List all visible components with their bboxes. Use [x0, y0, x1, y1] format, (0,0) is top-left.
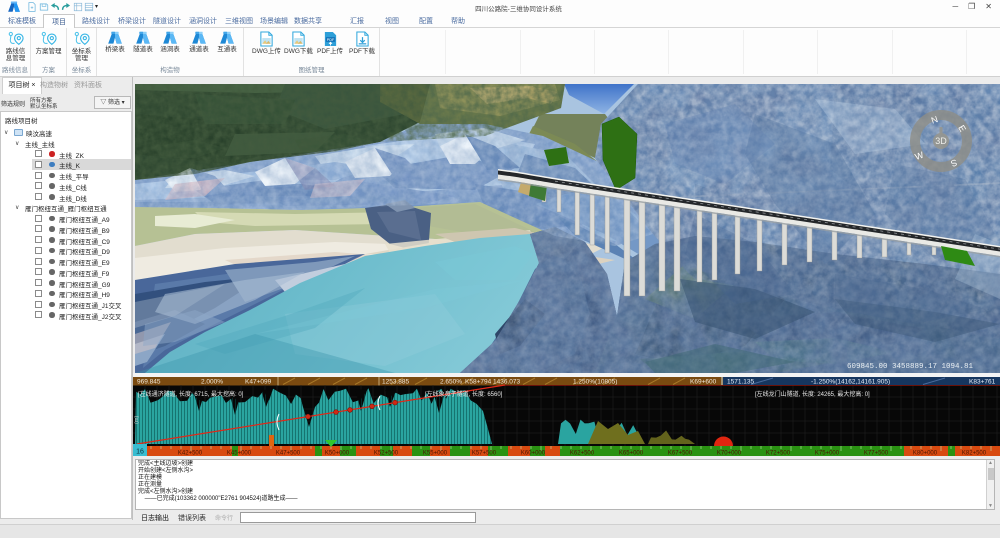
svg-text:609845.00 3458889.17 1094.81: 609845.00 3458889.17 1094.81	[847, 363, 974, 371]
svg-text:K70+000: K70+000	[717, 451, 742, 457]
svg-text:K62+500: K62+500	[570, 451, 595, 457]
svg-text:K67+500: K67+500	[668, 451, 693, 457]
svg-text:[左线通济隧道, 长度: 6715, 最大挖高: 0]: [左线通济隧道, 长度: 6715, 最大挖高: 0]	[138, 390, 244, 398]
svg-text:1.250%(10805): 1.250%(10805)	[573, 379, 617, 386]
svg-text:K50+000: K50+000	[325, 451, 350, 457]
svg-text:K57+500: K57+500	[472, 451, 497, 457]
svg-text:K69+600: K69+600	[690, 379, 717, 386]
svg-text:K82+500: K82+500	[962, 451, 987, 457]
svg-text:K42+500: K42+500	[178, 451, 203, 457]
svg-text:[左线龙门山隧道, 长度: 24265, 最大挖高: 0]: [左线龙门山隧道, 长度: 24265, 最大挖高: 0]	[755, 390, 870, 398]
svg-text:K58+794: K58+794	[465, 379, 492, 386]
svg-text:K52+500: K52+500	[374, 451, 399, 457]
svg-text:K80+000: K80+000	[913, 451, 938, 457]
svg-text:K83+761: K83+761	[969, 379, 996, 386]
svg-text:1571.135: 1571.135	[727, 379, 754, 386]
svg-text:2.000%: 2.000%	[201, 379, 223, 386]
svg-text:K55+000: K55+000	[423, 451, 448, 457]
svg-text:16: 16	[136, 449, 144, 456]
svg-text:K72+500: K72+500	[766, 451, 791, 457]
svg-text:K45+000: K45+000	[227, 451, 252, 457]
svg-text:K47+500: K47+500	[276, 451, 301, 457]
svg-text:K60+000: K60+000	[521, 451, 546, 457]
svg-text:[左线象鼻子隧道, 长度: 6560]: [左线象鼻子隧道, 长度: 6560]	[425, 390, 503, 398]
svg-text:K75+000: K75+000	[815, 451, 840, 457]
svg-text:969.845: 969.845	[137, 379, 161, 386]
svg-text:-1.250%(14162,14161.905): -1.250%(14162,14161.905)	[811, 379, 890, 386]
svg-text:1436.073: 1436.073	[493, 379, 520, 386]
svg-text:K47+099: K47+099	[245, 379, 272, 386]
svg-text:K65+000: K65+000	[619, 451, 644, 457]
svg-text:1253.885: 1253.885	[382, 379, 409, 386]
svg-text:(m): (m)	[134, 416, 140, 424]
svg-text:2.650%: 2.650%	[440, 379, 462, 386]
svg-text:K77+500: K77+500	[864, 451, 889, 457]
svg-text:3D: 3D	[935, 136, 947, 146]
